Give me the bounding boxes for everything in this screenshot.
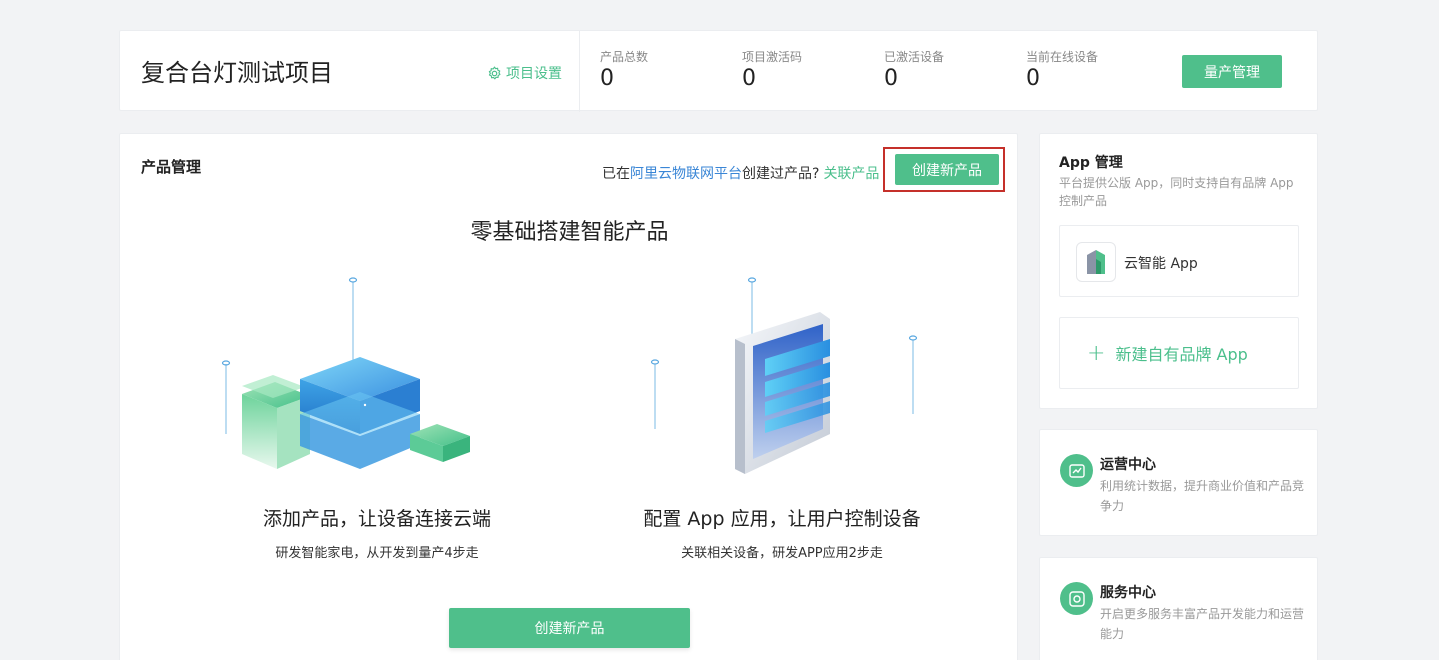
existing-product-hint: 已在阿里云物联网平台创建过产品? 关联产品 [602, 163, 879, 183]
chart-icon [1060, 454, 1093, 487]
stat-activation-codes: 项目激活码 0 [742, 50, 802, 92]
gear-icon [488, 66, 501, 79]
feature-subtitle: 研发智能家电，从开发到量产4步走 [275, 546, 479, 561]
product-management-card: 产品管理 已在阿里云物联网平台创建过产品? 关联产品 创建新产品 零基础搭建智能产… [119, 133, 1018, 660]
project-title: 复合台灯测试项目 [141, 59, 333, 87]
section-title: 服务中心 [1100, 585, 1156, 601]
create-product-button[interactable]: 创建新产品 [895, 154, 999, 185]
app-logo-icon [1076, 242, 1116, 282]
slogan-heading: 零基础搭建智能产品 [470, 220, 669, 245]
cloud-smart-app-card[interactable]: 云智能 App [1059, 225, 1299, 297]
hint-suffix: 创建过产品? [742, 166, 820, 182]
stat-value: 0 [600, 66, 614, 91]
service-center-card[interactable]: 服务中心 开启更多服务丰富产品开发能力和运营能力 [1039, 557, 1318, 660]
stat-label: 当前在线设备 [1026, 50, 1099, 64]
section-title: 产品管理 [141, 158, 202, 176]
hint-prefix: 已在 [602, 166, 630, 182]
stat-label: 产品总数 [600, 50, 649, 64]
stat-value: 0 [884, 66, 898, 91]
project-settings-link[interactable]: 项目设置 [487, 63, 562, 83]
feature-title: 添加产品，让设备连接云端 [262, 508, 491, 530]
section-description: 开启更多服务丰富产品开发能力和运营能力 [1100, 607, 1305, 641]
stat-online-devices: 当前在线设备 0 [1026, 50, 1098, 92]
feature-subtitle: 关联相关设备，研发APP应用2步走 [681, 546, 883, 561]
settings-label: 项目设置 [506, 66, 562, 82]
stat-value: 0 [742, 66, 756, 91]
stat-label: 已激活设备 [884, 50, 945, 64]
aliyun-iot-platform-link[interactable]: 阿里云物联网平台 [630, 166, 742, 182]
section-title: App 管理 [1059, 155, 1123, 171]
section-description: 利用统计数据，提升商业价值和产品竞争力 [1100, 479, 1305, 513]
operations-center-card[interactable]: 运营中心 利用统计数据，提升商业价值和产品竞争力 [1039, 429, 1318, 536]
service-icon [1060, 582, 1093, 615]
plus-icon: + [1087, 340, 1106, 366]
section-title: 运营中心 [1100, 457, 1156, 473]
app-management-card: App 管理 平台提供公版 App，同时支持自有品牌 App 控制产品 云智能 … [1039, 133, 1318, 409]
app-tablet-illustration [650, 277, 918, 474]
stat-label: 项目激活码 [742, 50, 803, 64]
stat-value: 0 [1026, 66, 1040, 91]
stat-product-count: 产品总数 0 [600, 50, 648, 92]
project-header-card: 复合台灯测试项目 项目设置 产品总数 0 项目激活码 0 已激活设备 0 当前在… [119, 30, 1318, 112]
new-app-label: 新建自有品牌 App [1115, 345, 1248, 364]
cloud-cubes-illustration [221, 277, 470, 469]
app-name: 云智能 App [1124, 256, 1198, 272]
mass-production-button[interactable]: 量产管理 [1182, 55, 1282, 88]
divider [579, 31, 580, 112]
stat-activated-devices: 已激活设备 0 [884, 50, 944, 92]
create-product-button-bottom[interactable]: 创建新产品 [449, 608, 690, 648]
section-description: 平台提供公版 App，同时支持自有品牌 App 控制产品 [1059, 176, 1294, 208]
link-product-link[interactable]: 关联产品 [823, 166, 879, 182]
new-brand-app-button[interactable]: + 新建自有品牌 App [1059, 317, 1299, 389]
feature-title: 配置 App 应用，让用户控制设备 [643, 508, 921, 530]
